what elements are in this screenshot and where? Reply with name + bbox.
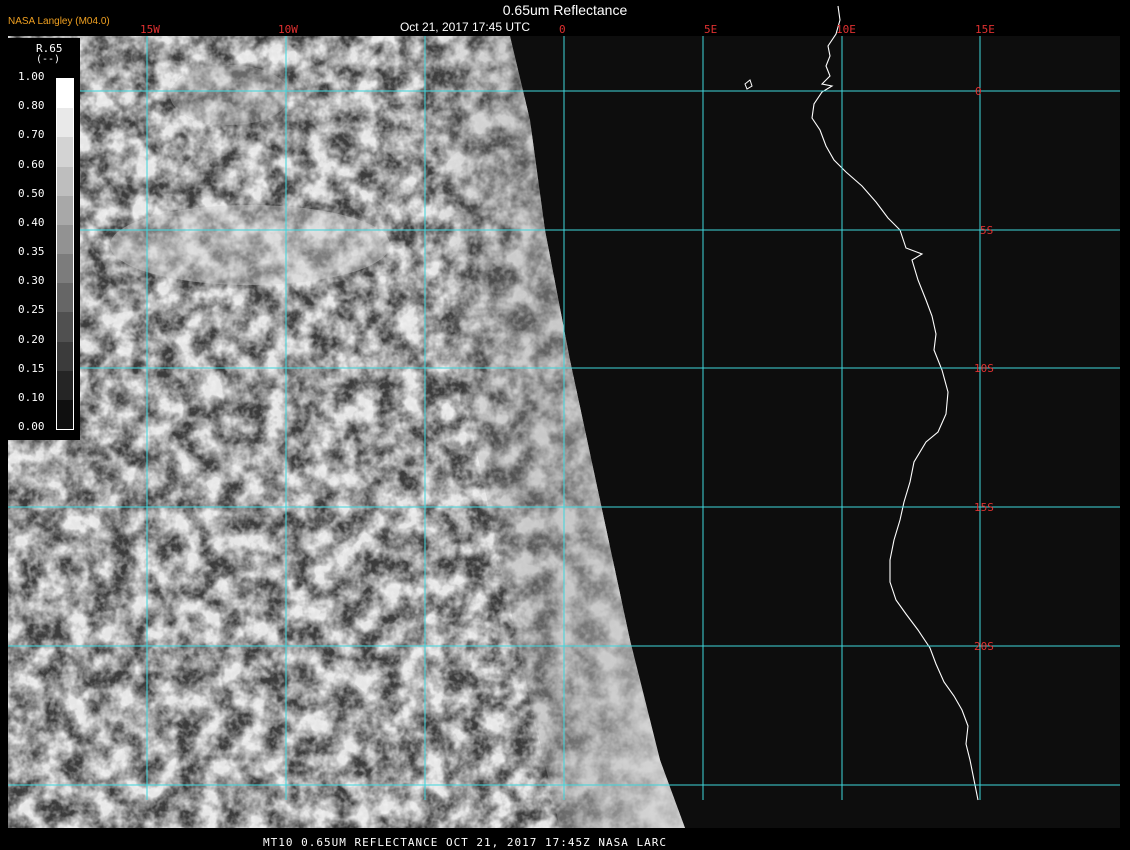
legend-swatch: [57, 399, 73, 430]
legend-swatch: [57, 254, 73, 284]
legend-tick-label: 0.20: [18, 332, 45, 346]
legend-swatch: [57, 137, 73, 167]
legend-tick-label: 0.25: [18, 303, 45, 317]
legend-tick-label: 0.15: [18, 361, 45, 375]
legend-colorbar: [56, 78, 74, 430]
legend-swatch: [57, 195, 73, 226]
legend-swatch: [57, 224, 73, 255]
footer-caption: MT10 0.65UM REFLECTANCE OCT 21, 2017 17:…: [263, 836, 667, 849]
legend-unit: (--): [36, 54, 61, 65]
legend-tick-label: 0.40: [18, 215, 45, 229]
legend-swatch: [57, 166, 73, 197]
satellite-map: 15W 10W 0 5E 10E 15E 0 5S 10S 15S 20S: [8, 5, 1120, 828]
legend-tick-label: 0.30: [18, 274, 45, 288]
color-legend: R.65 (--) 1.00 0.80 0.70 0.60 0.50 0.40 0.35 0.…: [8, 38, 80, 440]
lat-label-20s: 20S: [974, 640, 994, 653]
legend-tick-label: 1.00: [18, 70, 45, 83]
legend-swatch: [57, 108, 73, 138]
legend-tick-label: 0.60: [18, 157, 45, 171]
legend-tick-label: 0.80: [18, 99, 45, 113]
product-title: 0.65um Reflectance: [502, 2, 628, 18]
legend-swatch: [57, 79, 73, 109]
lat-label-0: 0: [975, 85, 982, 98]
lat-label-5s: 5S: [980, 224, 993, 237]
legend-swatch: [57, 370, 73, 401]
legend-tick-label: 0.50: [18, 186, 45, 200]
legend-swatch: [57, 312, 73, 342]
image-timestamp: Oct 21, 2017 17:45 UTC: [399, 20, 531, 34]
legend-tick-label: 0.35: [18, 245, 45, 258]
lat-label-15s: 15S: [974, 501, 994, 514]
legend-tick-label: 0.10: [18, 390, 45, 404]
legend-tick-label: 0.00: [18, 420, 45, 433]
lat-label-10s: 10S: [974, 362, 994, 375]
legend-swatch: [57, 341, 73, 372]
legend-tick-label: 0.70: [18, 128, 45, 142]
legend-swatch: [57, 283, 73, 313]
